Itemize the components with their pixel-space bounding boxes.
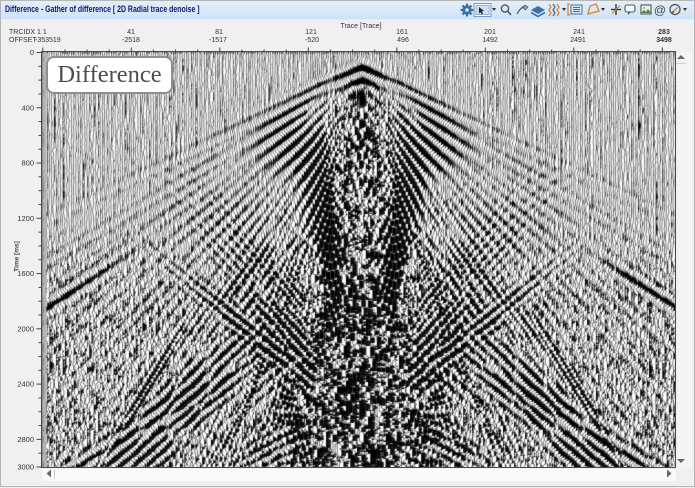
svg-text:2800: 2800: [17, 435, 34, 444]
svg-text:0: 0: [30, 48, 34, 57]
svg-text:@: @: [654, 3, 666, 17]
svg-text:1200: 1200: [17, 214, 34, 223]
svg-text:2000: 2000: [17, 324, 34, 333]
svg-text:800: 800: [21, 159, 34, 168]
svg-text:400: 400: [21, 103, 34, 112]
svg-text:3000: 3000: [17, 463, 34, 472]
svg-text:2400: 2400: [17, 380, 34, 389]
